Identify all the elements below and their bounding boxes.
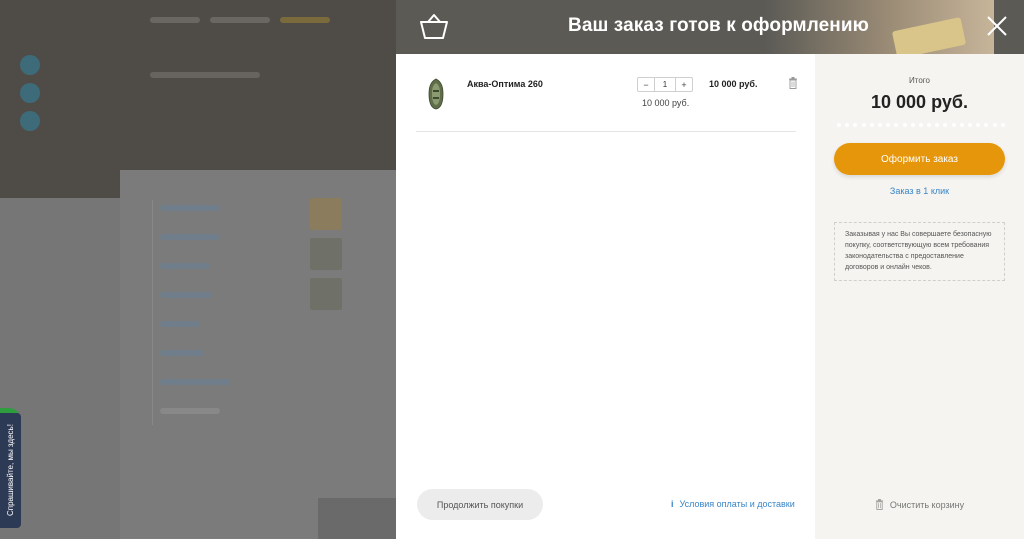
- trash-icon[interactable]: [788, 77, 798, 89]
- clear-cart-label[interactable]: Очистить корзину: [890, 500, 964, 510]
- quantity-increase-button[interactable]: +: [676, 78, 692, 91]
- info-icon: i: [671, 499, 674, 509]
- background-bottom-block: [318, 498, 396, 539]
- quantity-decrease-button[interactable]: −: [638, 78, 654, 91]
- quantity-stepper: − 1 +: [637, 77, 693, 92]
- continue-shopping-button[interactable]: Продолжить покупки: [417, 489, 543, 520]
- background-menu-line: [152, 200, 153, 425]
- item-total: 10 000 руб.: [709, 79, 758, 89]
- clear-cart-button[interactable]: Очистить корзину: [815, 499, 1024, 510]
- modal-header: Ваш заказ готов к оформлению: [396, 0, 1024, 54]
- background-thumbnails: [310, 198, 342, 318]
- product-name[interactable]: Аква-Оптима 260: [467, 79, 543, 89]
- basket-icon: [420, 14, 448, 39]
- dotted-divider: [837, 123, 1005, 127]
- terms-label[interactable]: Условия оплаты и доставки: [680, 499, 795, 509]
- background-nav: [150, 10, 390, 32]
- chat-widget-label[interactable]: Спрашивайте, мы здесь!: [0, 413, 21, 528]
- total-label: Итого: [909, 76, 930, 85]
- close-icon[interactable]: [986, 15, 1008, 37]
- cart-item: Аква-Оптима 260 − 1 + 10 000 руб. 10 000…: [416, 72, 798, 132]
- product-image[interactable]: [428, 78, 444, 110]
- safe-purchase-note: Заказывая у нас Вы совершаете безопасную…: [834, 222, 1005, 281]
- quantity-input[interactable]: 1: [654, 78, 676, 91]
- trash-icon: [875, 499, 883, 510]
- unit-price: 10 000 руб.: [642, 98, 690, 108]
- checkout-button[interactable]: Оформить заказ: [834, 143, 1005, 175]
- background-social-icons: [20, 55, 42, 139]
- modal-title: Ваш заказ готов к оформлению: [568, 15, 869, 36]
- order-summary-panel: Итого 10 000 руб. Оформить заказ Заказ в…: [815, 54, 1024, 539]
- total-value: 10 000 руб.: [871, 92, 968, 112]
- order-modal: Ваш заказ готов к оформлению Аква-Оптима…: [396, 0, 1024, 539]
- background-breadcrumb: [150, 72, 260, 78]
- payment-delivery-terms-link[interactable]: i Условия оплаты и доставки: [671, 499, 795, 509]
- one-click-order-link[interactable]: Заказ в 1 клик: [815, 186, 1024, 196]
- background-menu: [160, 205, 280, 437]
- cart-items-panel: Аква-Оптима 260 − 1 + 10 000 руб. 10 000…: [396, 54, 815, 539]
